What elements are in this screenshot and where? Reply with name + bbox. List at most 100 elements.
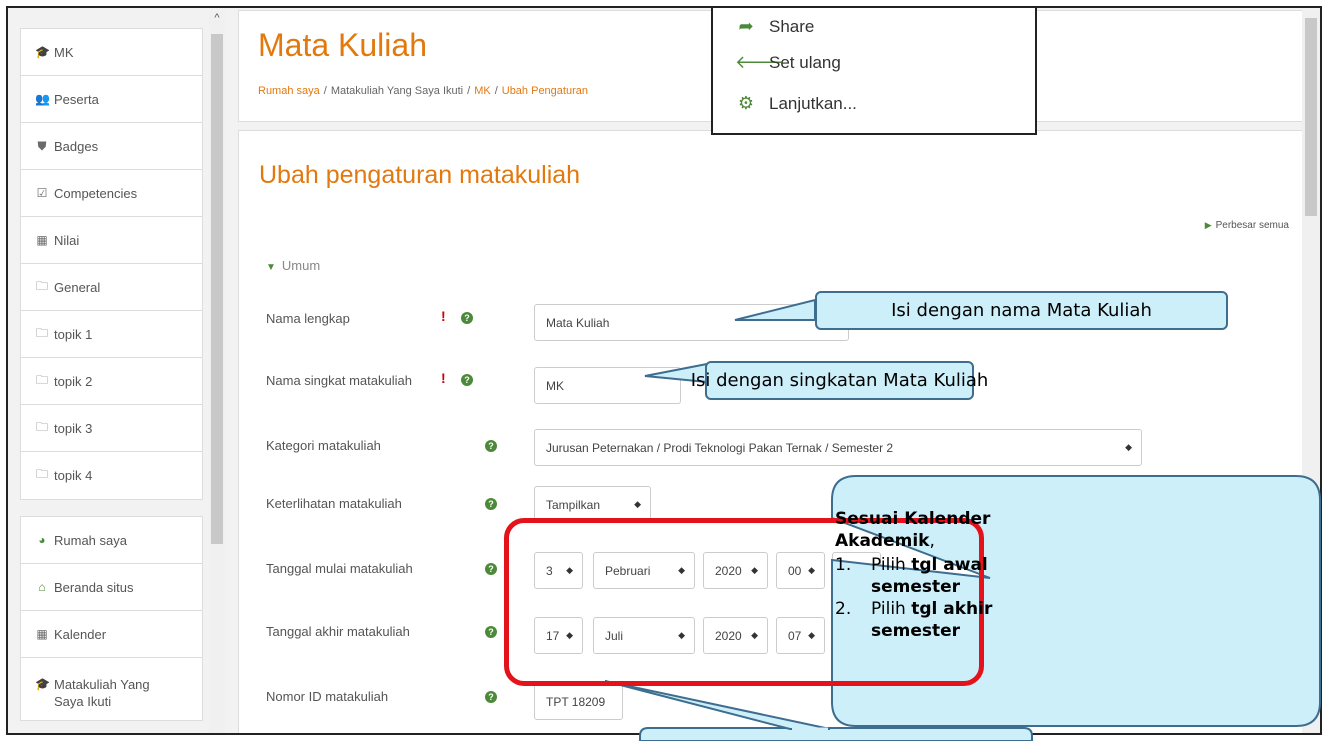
sidebar-item-label: topik 4 [54,468,93,483]
idnumber-input[interactable]: TPT 18209 [534,683,623,720]
visibility-label: Keterlihatan matakuliah [266,496,402,511]
sidebar-item-peserta[interactable]: 👥 Peserta [21,76,202,123]
fullname-callout: Isi dengan nama Mata Kuliah [815,291,1228,330]
fullname-label: Nama lengkap [266,311,350,326]
graduation-cap-icon: 🎓 [35,677,50,691]
graduation-cap-icon: 🎓 [35,45,50,59]
form-title: Ubah pengaturan matakuliah [259,161,581,189]
folder-icon: 🗀 [35,467,48,481]
select-caret-icon: ◆ [1125,442,1132,452]
sidebar-item-topik-1[interactable]: 🗀 topik 1 [21,311,202,358]
idnumber-label: Nomor ID matakuliah [266,689,389,704]
shortname-value: MK [546,378,564,393]
arrow-left-icon: 🡐 [735,52,784,72]
section-general-label: Umum [281,258,321,273]
breadcrumb-separator: / [467,85,471,97]
category-label: Kategori matakuliah [266,438,381,453]
idnumber-value: TPT 18209 [546,694,606,709]
visibility-value: Tampilkan [546,497,601,512]
shortname-label: Nama singkat matakuliah [266,373,412,388]
shortname-input[interactable]: MK [534,367,681,404]
page-scrollbar[interactable] [1302,10,1320,733]
home-icon: ⌂ [38,580,46,594]
sidebar-item-topik-3[interactable]: 🗀 topik 3 [21,405,202,452]
calendar-note-heading: Sesuai Kalender Akademik [835,509,991,551]
sidebar-item-badges[interactable]: ⛊ Badges [21,123,202,170]
course-actions-menu: ➦ Share 🡐 Set ulang ⚙ Lanjutkan... [711,8,1037,135]
fullname-input[interactable]: Mata Kuliah [534,304,849,341]
course-nav-block: 🎓 MK 👥 Peserta ⛊ Badges ☑ Competencies ▦ Nilai 🗀 Ge… [20,28,203,500]
breadcrumb-item[interactable]: Rumah saya [258,85,320,97]
calendar-icon: ▦ [36,627,48,641]
sidebar-item-label: Badges [54,138,99,154]
folder-icon: 🗀 [35,278,48,293]
category-select[interactable]: Jurusan Peternakan / Prodi Teknologi Pak… [534,429,1142,466]
sidebar-item-label: Beranda situs [54,579,134,595]
scroll-up-arrow-icon[interactable]: ^ [209,12,225,24]
folder-icon: 🗀 [35,419,48,434]
menu-item-share[interactable]: ➦ Share [735,16,814,37]
sidebar-scrollbar-thumb[interactable] [211,34,223,544]
menu-item-label: Lanjutkan... [769,93,857,113]
sidebar-item-matakuliah-yang-saya-ikuti[interactable]: 🎓 Matakuliah Yang Saya Ikuti [21,658,202,720]
dashboard-icon: ◕ [38,533,46,547]
help-icon[interactable]: ? [485,626,497,638]
collapse-triangle-icon: ▼ [266,262,276,273]
breadcrumb: Rumah saya / Matakuliah Yang Saya Ikuti / MK… [258,85,588,97]
sidebar-item-label: Kalender [54,626,107,642]
sidebar-item-kalender[interactable]: ▦ Kalender [21,611,202,658]
gear-icon: ⚙ [737,93,755,113]
sidebar-item-competencies[interactable]: ☑ Competencies [21,170,202,217]
folder-icon: 🗀 [35,325,48,340]
page-title: Mata Kuliah [258,27,427,63]
help-icon[interactable]: ? [485,498,497,510]
sidebar-item-label: General [54,279,101,295]
expand-triangle-icon: ▶ [1204,220,1212,230]
sidebar-scrollbar[interactable]: ^ [209,10,225,733]
shortname-callout: Isi dengan singkatan Mata Kuliah [691,361,988,400]
sidebar-item-topik-4[interactable]: 🗀 topik 4 [21,452,202,499]
sidebar-item-nilai[interactable]: ▦ Nilai [21,217,202,264]
expand-all-label: Perbesar semua [1215,220,1289,231]
sidebar-item-label: Peserta [54,91,99,107]
section-general-toggle[interactable]: ▼ Umum [266,258,320,273]
category-value: Jurusan Peternakan / Prodi Teknologi Pak… [546,440,894,455]
step-number: 1. [835,555,852,575]
expand-all-link[interactable]: ▶ Perbesar semua [1205,220,1289,231]
sidebar-item-rumah-saya[interactable]: ◕ Rumah saya [21,517,202,564]
menu-item-set-ulang[interactable]: 🡐 Set ulang [735,52,841,73]
required-icon: ! [441,308,446,324]
calendar-step-1: 1. Pilih tgl awal semester [835,554,1015,598]
help-icon[interactable]: ? [461,312,473,324]
calendar-note-comma: , [929,531,935,551]
help-icon[interactable]: ? [485,563,497,575]
breadcrumb-separator: / [494,85,498,97]
breadcrumb-separator: / [323,85,327,97]
sidebar-item-topik-2[interactable]: 🗀 topik 2 [21,358,202,405]
menu-item-label: Set ulang [769,52,841,72]
sidebar-item-mk[interactable]: 🎓 MK [21,29,202,76]
help-icon[interactable]: ? [461,374,473,386]
sidebar-item-general[interactable]: 🗀 General [21,264,202,311]
shield-icon: ⛊ [37,138,47,153]
breadcrumb-item[interactable]: Ubah Pengaturan [502,85,588,97]
step-prefix: Pilih [871,555,912,575]
sidebar-item-label: topik 1 [54,326,93,342]
required-icon: ! [441,370,446,386]
sidebar-item-label: MK [54,44,74,60]
sidebar-item-label: Nilai [54,232,80,248]
start-date-label: Tanggal mulai matakuliah [266,561,413,576]
sidebar-item-beranda-situs[interactable]: ⌂ Beranda situs [21,564,202,611]
breadcrumb-item[interactable]: MK [474,85,491,97]
page-scrollbar-thumb[interactable] [1305,18,1317,216]
help-icon[interactable]: ? [485,440,497,452]
sidebar: 🎓 MK 👥 Peserta ⛊ Badges ☑ Competencies ▦ Nilai 🗀 Ge… [20,28,203,721]
menu-item-lanjutkan[interactable]: ⚙ Lanjutkan... [735,93,857,114]
sidebar-item-label: Matakuliah Yang Saya Ikuti [54,677,150,709]
select-caret-icon: ◆ [634,499,641,509]
check-square-icon: ☑ [36,186,48,200]
folder-icon: 🗀 [35,372,48,387]
help-icon[interactable]: ? [485,691,497,703]
breadcrumb-item: Matakuliah Yang Saya Ikuti [330,85,464,97]
calendar-step-2: 2. Pilih tgl akhir semester [835,598,1015,642]
